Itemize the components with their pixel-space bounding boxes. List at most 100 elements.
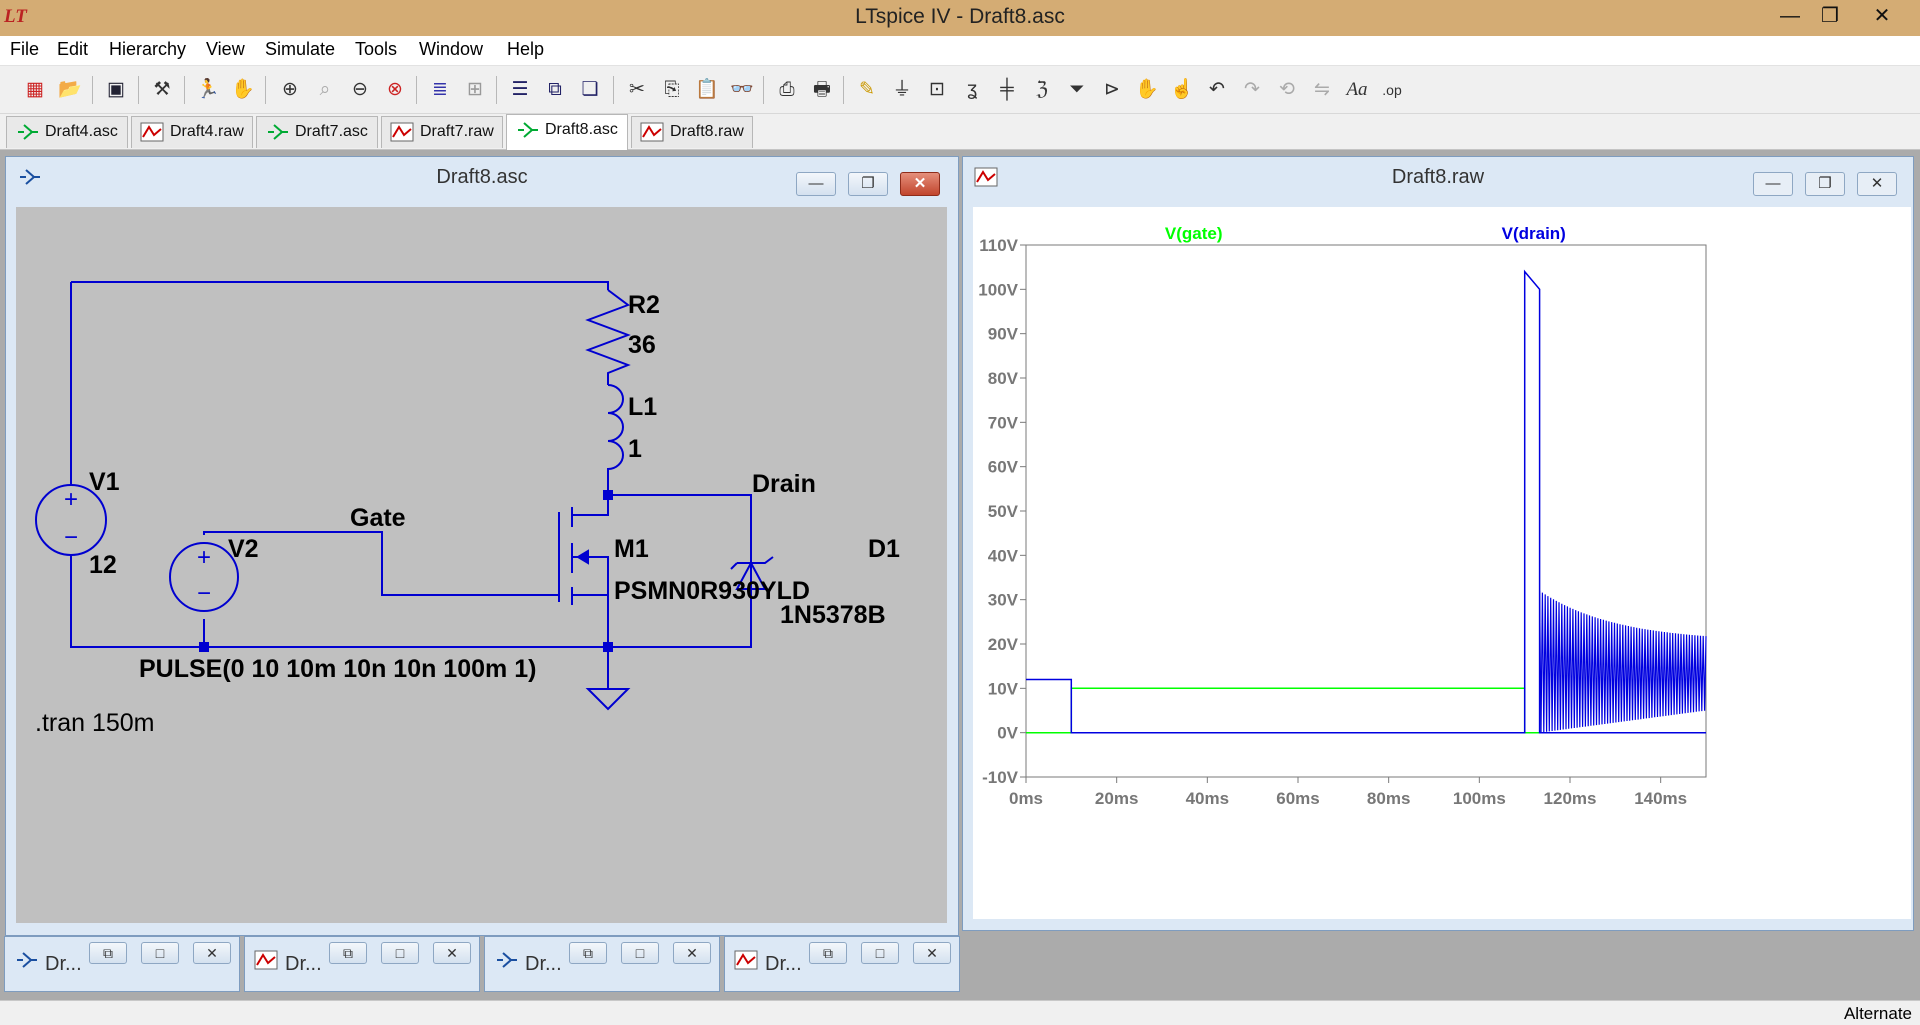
close-button[interactable]: ✕: [193, 942, 231, 964]
label-net-icon[interactable]: ⊡: [923, 76, 951, 104]
maximize-button[interactable]: □: [621, 942, 659, 964]
text-icon[interactable]: Aa: [1343, 76, 1371, 104]
mirror-icon[interactable]: ⇋: [1308, 76, 1336, 104]
rotate-icon[interactable]: ⟲: [1273, 76, 1301, 104]
resistor-icon[interactable]: ʓ: [958, 76, 986, 104]
x-tick-label: 40ms: [1186, 789, 1229, 808]
tab-draft7-asc[interactable]: Draft7.asc: [256, 116, 378, 148]
menu-file[interactable]: File: [10, 39, 39, 60]
tab-draft8-raw[interactable]: Draft8.raw: [631, 116, 753, 148]
undo-icon[interactable]: ↶: [1203, 76, 1231, 104]
tab-draft4-asc[interactable]: Draft4.asc: [6, 116, 128, 148]
ground-icon[interactable]: ⏚: [888, 76, 916, 104]
zoom-in-icon[interactable]: ⊕: [276, 76, 304, 104]
menu-edit[interactable]: Edit: [57, 39, 88, 60]
tile-horizontal-icon[interactable]: ☰: [506, 76, 534, 104]
tile-vertical-icon[interactable]: ⧉: [541, 76, 569, 104]
zoom-rect-icon[interactable]: ⌕: [311, 76, 339, 104]
menu-view[interactable]: View: [206, 39, 245, 60]
legend-v-gate[interactable]: V(gate): [1165, 224, 1223, 243]
minimized-window[interactable]: Dr... ⧉ □ ✕: [244, 936, 480, 992]
zoom-cancel-icon[interactable]: ⊗: [381, 76, 409, 104]
d1-name: D1: [868, 535, 900, 563]
minimized-window[interactable]: Dr... ⧉ □ ✕: [4, 936, 240, 992]
component-icon[interactable]: ⊳: [1098, 76, 1126, 104]
drag-icon[interactable]: ☝: [1168, 76, 1196, 104]
inductor-icon[interactable]: ℨ: [1028, 76, 1056, 104]
restore-button[interactable]: ⧉: [569, 942, 607, 964]
tab-label: Draft7.raw: [420, 123, 494, 140]
paste-icon[interactable]: 📋: [693, 76, 721, 104]
maximize-button[interactable]: ❐: [1808, 0, 1852, 32]
restore-button[interactable]: ⧉: [809, 942, 847, 964]
maximize-button[interactable]: □: [861, 942, 899, 964]
maximize-button[interactable]: □: [141, 942, 179, 964]
autorange-icon[interactable]: ≣: [426, 76, 454, 104]
toolbar-separator: [265, 76, 266, 104]
halt-icon[interactable]: ✋: [229, 76, 257, 104]
new-schematic-icon[interactable]: ▦: [21, 76, 49, 104]
redo-icon[interactable]: ↷: [1238, 76, 1266, 104]
tab-draft8-asc[interactable]: Draft8.asc: [506, 114, 628, 150]
y-tick-label: 30V: [988, 591, 1019, 610]
close-button[interactable]: ✕: [1860, 0, 1904, 32]
tab-draft4-raw[interactable]: Draft4.raw: [131, 116, 253, 148]
cascade-icon[interactable]: ❏: [576, 76, 604, 104]
menu-tools[interactable]: Tools: [355, 39, 397, 60]
y-tick-label: 110V: [979, 236, 1018, 255]
waveform-maximize-button[interactable]: ❐: [1805, 172, 1845, 196]
diode-icon[interactable]: ⏷: [1063, 76, 1091, 104]
window-title: LTspice IV - Draft8.asc: [855, 5, 1065, 28]
schematic-minimize-button[interactable]: —: [796, 172, 836, 196]
schematic-canvas[interactable]: + − + − R2 36 L1 1 V1 12 V2 M1 PSMN0R930…: [16, 207, 947, 923]
waveform-minimize-button[interactable]: —: [1753, 172, 1793, 196]
copy-icon[interactable]: ⎘: [658, 76, 686, 104]
schematic-close-button[interactable]: ✕: [900, 172, 940, 196]
cut-icon[interactable]: ✂: [623, 76, 651, 104]
spice-directive[interactable]: .tran 150m: [35, 709, 155, 737]
find-icon[interactable]: 👓: [728, 76, 756, 104]
minimized-window[interactable]: Dr... ⧉ □ ✕: [484, 936, 720, 992]
mosfet-m1-arrow: [576, 549, 589, 565]
schematic-maximize-button[interactable]: ❐: [848, 172, 888, 196]
minimize-button[interactable]: —: [1768, 0, 1812, 32]
waveform-close-button[interactable]: ✕: [1857, 172, 1897, 196]
tab-label: Draft8.raw: [670, 123, 744, 140]
resistor-r2: [585, 289, 631, 385]
print-preview-icon[interactable]: ⎙: [773, 76, 801, 104]
grid-icon[interactable]: ⊞: [461, 76, 489, 104]
tab-draft7-raw[interactable]: Draft7.raw: [381, 116, 503, 148]
run-icon[interactable]: 🏃: [194, 76, 222, 104]
restore-button[interactable]: ⧉: [89, 942, 127, 964]
x-tick-label: 60ms: [1276, 789, 1319, 808]
waveform-icon: [640, 122, 664, 142]
spice-directive-icon[interactable]: .op: [1378, 76, 1406, 104]
menu-help[interactable]: Help: [507, 39, 544, 60]
zoom-out-icon[interactable]: ⊖: [346, 76, 374, 104]
toolbar-separator: [763, 76, 764, 104]
v2-pulse-value: PULSE(0 10 10m 10n 10n 100m 1): [139, 655, 536, 683]
capacitor-icon[interactable]: ╪: [993, 76, 1021, 104]
junction-dot: [199, 642, 209, 652]
menu-hierarchy[interactable]: Hierarchy: [109, 39, 186, 60]
close-button[interactable]: ✕: [913, 942, 951, 964]
close-button[interactable]: ✕: [673, 942, 711, 964]
draw-wire-icon[interactable]: ✎: [853, 76, 881, 104]
y-tick-label: 70V: [988, 413, 1019, 432]
menu-window[interactable]: Window: [419, 39, 483, 60]
legend-v-drain[interactable]: V(drain): [1502, 224, 1566, 243]
open-icon[interactable]: 📂: [56, 76, 84, 104]
net-label-drain: Drain: [752, 470, 816, 498]
minimized-window[interactable]: Dr... ⧉ □ ✕: [724, 936, 960, 992]
maximize-button[interactable]: □: [381, 942, 419, 964]
schematic-icon: [268, 124, 288, 140]
y-tick-label: -10V: [982, 768, 1019, 787]
close-button[interactable]: ✕: [433, 942, 471, 964]
restore-button[interactable]: ⧉: [329, 942, 367, 964]
menu-simulate[interactable]: Simulate: [265, 39, 335, 60]
move-icon[interactable]: ✋: [1133, 76, 1161, 104]
control-panel-icon[interactable]: ⚒: [148, 76, 176, 104]
waveform-plot[interactable]: -10V 0V 10V 20V 30V 40V 50V 60V 70V 80V 90V 100V 110…: [973, 207, 1911, 919]
print-icon[interactable]: 🖶: [808, 76, 836, 104]
save-icon[interactable]: ▣: [102, 76, 130, 104]
